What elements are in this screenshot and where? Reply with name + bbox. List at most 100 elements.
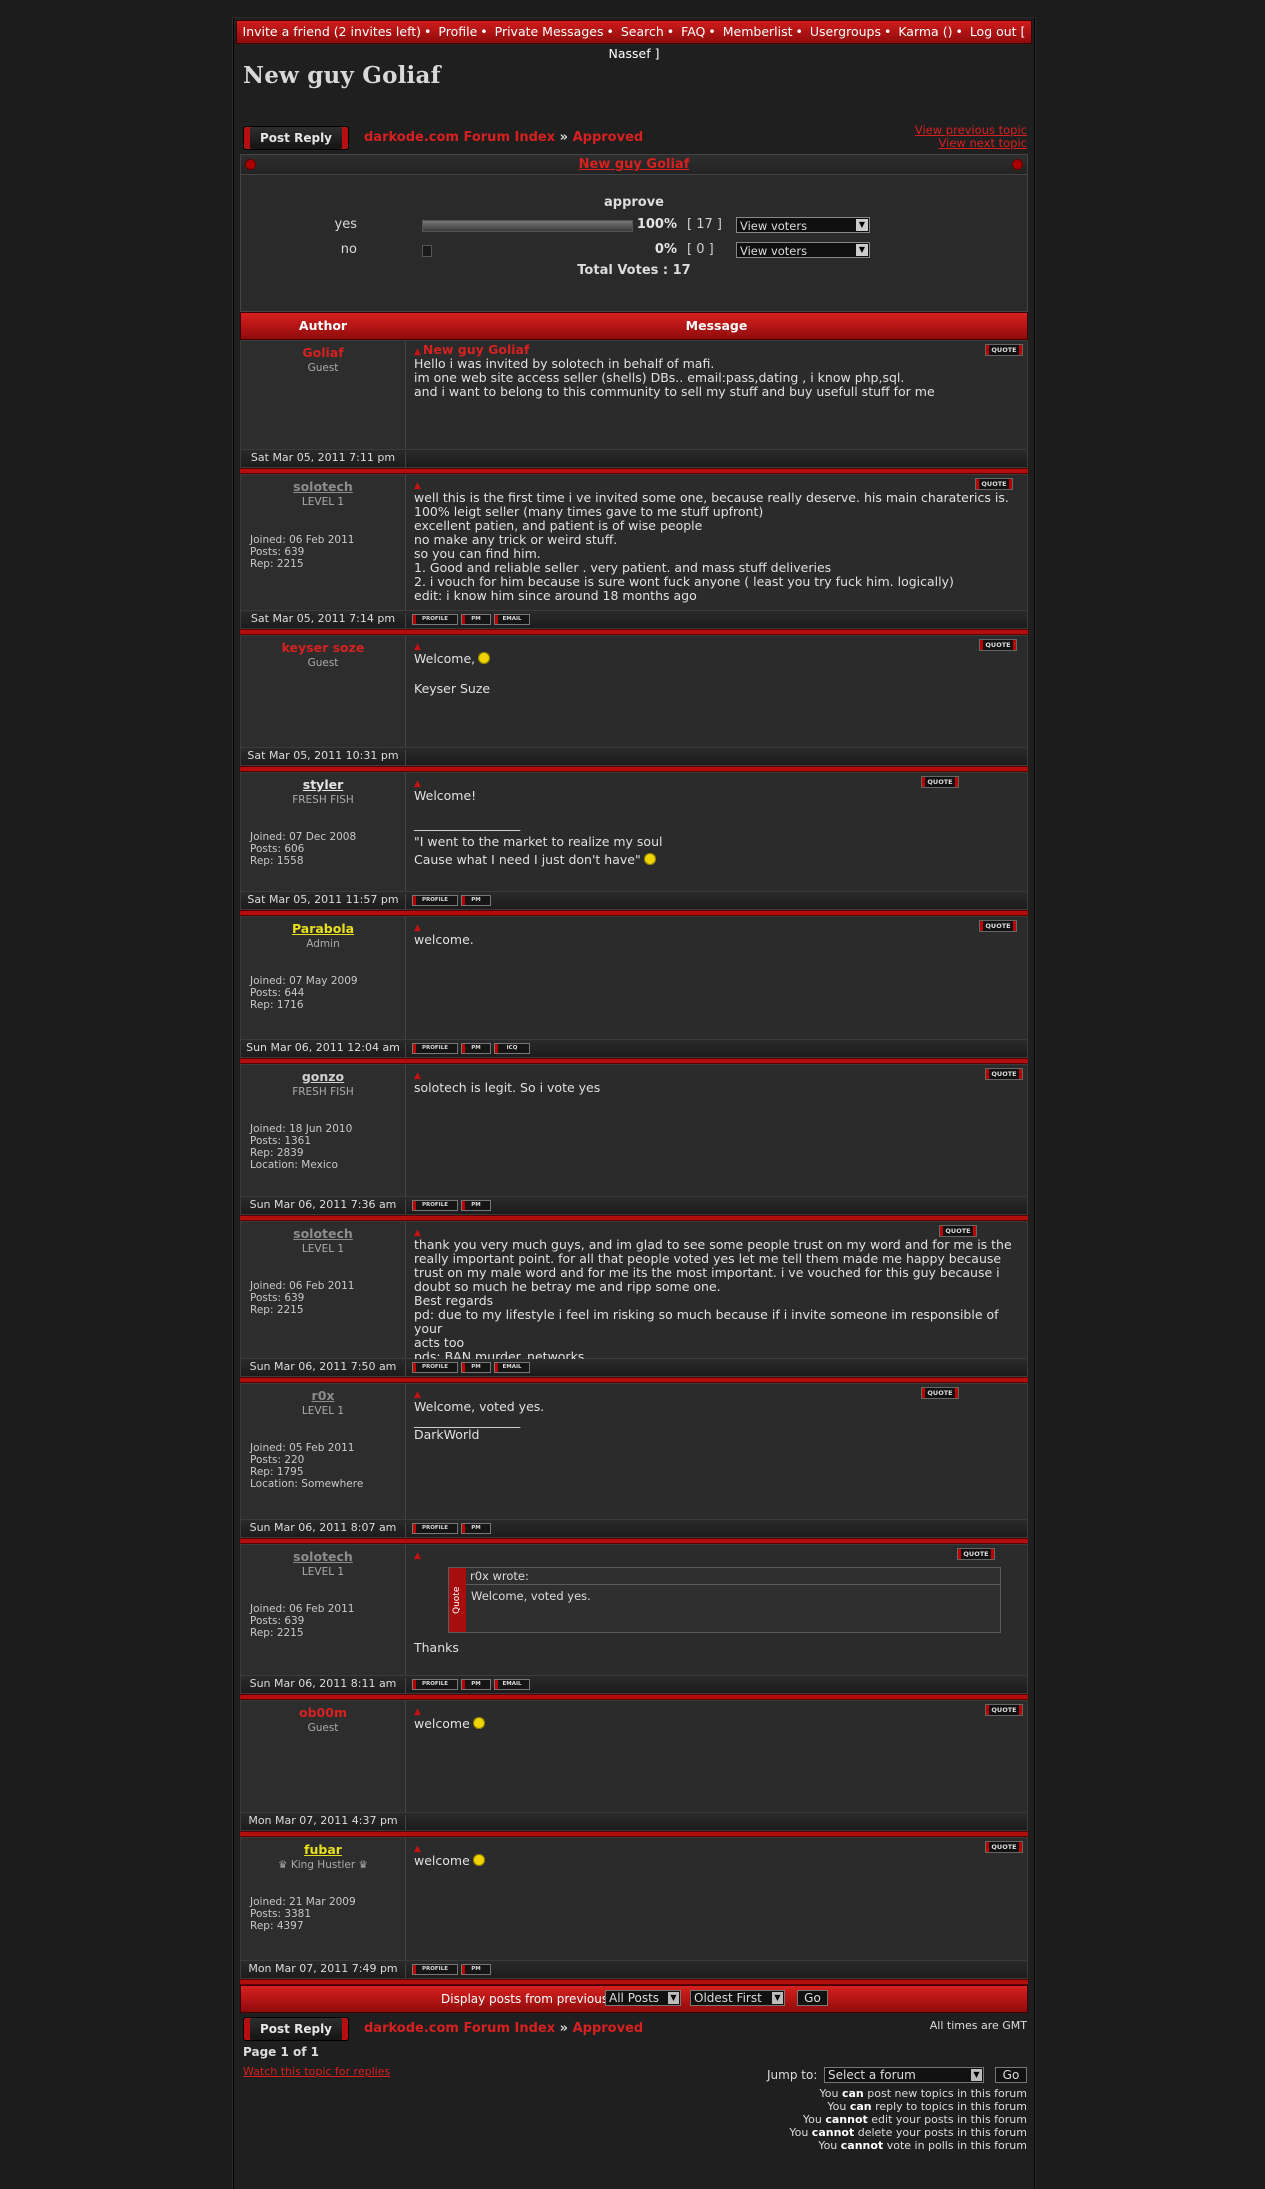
author-rep: Rep: 1558 [250, 855, 304, 867]
pm-button[interactable]: PM [461, 1362, 491, 1373]
post-author-panel: fubar ♛ King Hustler ♛ Joined: 21 Mar 2009… [241, 1838, 406, 1960]
message-line: 100% leigt seller (many times gave to me… [414, 504, 764, 519]
post-message: ▲ Welcome, voted yes. _________________ Dar… [414, 1386, 1023, 1442]
breadcrumb-approved[interactable]: Approved [573, 130, 644, 145]
post-author-name[interactable]: solotech [241, 1226, 405, 1241]
topic-title-bar: New guy Goliaf [240, 154, 1028, 175]
breadcrumb-forum-index[interactable]: darkode.com Forum Index [364, 2021, 555, 2036]
view-next-topic-link[interactable]: View next topic [915, 137, 1027, 150]
breadcrumb-approved[interactable]: Approved [573, 2021, 644, 2036]
message-line: welcome [414, 1854, 1023, 1868]
pm-button[interactable]: PM [461, 614, 491, 625]
view-voters-select[interactable]: View voters ▼ [736, 242, 870, 258]
nav-search[interactable]: Search [621, 24, 664, 39]
post-date: Sat Mar 05, 2011 10:31 pm [241, 750, 406, 765]
post-author-name[interactable]: fubar [241, 1842, 405, 1857]
jump-to-select[interactable]: Select a forum ▼ [824, 2067, 984, 2083]
profile-button[interactable]: PROFILE [412, 1043, 458, 1054]
post-reply-button[interactable]: Post Reply [243, 126, 349, 150]
jump-go-button[interactable]: Go [995, 2067, 1027, 2083]
nav-private-messages[interactable]: Private Messages [495, 24, 604, 39]
post: solotech LEVEL 1 Joined: 06 Feb 2011 Posts:… [240, 1221, 1028, 1383]
profile-button[interactable]: PROFILE [412, 895, 458, 906]
author-posts: Posts: 644 [250, 987, 305, 999]
message-line: _________________ [414, 1413, 521, 1428]
pm-button[interactable]: PM [461, 1043, 491, 1054]
nav-faq[interactable]: FAQ [681, 24, 705, 39]
posts-order-select[interactable]: Oldest First ▼ [690, 1990, 785, 2006]
post-author-name[interactable]: solotech [241, 479, 405, 494]
author-rep: Rep: 2839 [250, 1147, 304, 1159]
message-line: "I went to the market to realize my soul [414, 834, 663, 849]
post-author-panel: r0x LEVEL 1 Joined: 05 Feb 2011 Posts: 220 R… [241, 1384, 406, 1519]
pm-button[interactable]: PM [461, 1200, 491, 1211]
email-button[interactable]: EMAIL [494, 614, 530, 625]
icq-button[interactable]: ICQ [494, 1043, 530, 1054]
watch-topic-link[interactable]: Watch this topic for replies [243, 2065, 390, 2078]
author-joined: Joined: 07 May 2009 [250, 975, 358, 987]
message-line: Welcome! [414, 788, 477, 803]
post-author-name[interactable]: gonzo [241, 1069, 405, 1084]
breadcrumb-forum-index[interactable]: darkode.com Forum Index [364, 130, 555, 145]
post-author-name[interactable]: Parabola [241, 921, 405, 936]
email-button[interactable]: EMAIL [494, 1679, 530, 1690]
post-author-rank: Guest [307, 362, 339, 374]
breadcrumb-bottom: darkode.com Forum Index » Approved [364, 2021, 643, 2036]
post-author-name[interactable]: ob00m [241, 1705, 405, 1720]
author-joined: Joined: 07 Dec 2008 [250, 831, 357, 843]
permission-line: You cannot edit your posts in this forum [802, 2113, 1027, 2126]
breadcrumb-separator: » [559, 2021, 569, 2036]
post-author-panel: solotech LEVEL 1 Joined: 06 Feb 2011 Posts:… [241, 1545, 406, 1675]
nav-usergroups[interactable]: Usergroups [810, 24, 881, 39]
profile-button[interactable]: PROFILE [412, 1200, 458, 1211]
post-body: gonzo FRESH FISH Joined: 18 Jun 2010 Posts:… [240, 1064, 1028, 1197]
profile-button[interactable]: PROFILE [412, 1679, 458, 1690]
author-rep: Rep: 2215 [250, 558, 304, 570]
chevron-down-icon: ▼ [856, 244, 868, 256]
profile-button[interactable]: PROFILE [412, 1964, 458, 1975]
posts-days-select[interactable]: All Posts ▼ [605, 1990, 681, 2006]
pm-button[interactable]: PM [461, 1523, 491, 1534]
post-date: Sun Mar 06, 2011 7:36 am [241, 1199, 406, 1214]
profile-button[interactable]: PROFILE [412, 1523, 458, 1534]
post-author-rank: FRESH FISH [292, 794, 354, 806]
post-marker-icon[interactable]: ▲ [414, 1551, 421, 1561]
message-line: im one web site access seller (shells) D… [414, 370, 905, 385]
display-go-button[interactable]: Go [797, 1990, 828, 2006]
profile-button[interactable]: PROFILE [412, 614, 458, 625]
poll-percent: 0% [654, 242, 677, 257]
profile-button[interactable]: PROFILE [412, 1362, 458, 1373]
pm-button[interactable]: PM [461, 1964, 491, 1975]
post-message: ▲ welcome [414, 1703, 1023, 1731]
nav-profile[interactable]: Profile [438, 24, 477, 39]
post-author-name[interactable]: keyser soze [241, 640, 405, 655]
post-reply-button-bottom[interactable]: Post Reply [243, 2017, 349, 2041]
message-line: Keyser Suze [414, 681, 491, 696]
author-posts: Posts: 220 [250, 1454, 305, 1466]
post-author-name[interactable]: styler [241, 777, 405, 792]
post-author-name[interactable]: solotech [241, 1549, 405, 1564]
post-body: Parabola Admin Joined: 07 May 2009 Posts: 6… [240, 916, 1028, 1040]
message-line: Hello i was invited by solotech in behal… [414, 356, 715, 371]
nav-memberlist[interactable]: Memberlist [723, 24, 793, 39]
topic-title-link[interactable]: New guy Goliaf [579, 157, 690, 172]
post-author-name[interactable]: Goliaf [241, 345, 405, 360]
nav-invite[interactable]: Invite a friend (2 invites left) [243, 24, 421, 39]
bottom-breadcrumb-row: Post Reply darkode.com Forum Index » App… [234, 2017, 1034, 2041]
post-author-panel: Parabola Admin Joined: 07 May 2009 Posts: 6… [241, 917, 406, 1039]
post-footer: Sat Mar 05, 2011 11:57 pm PROFILE PM [240, 892, 1028, 910]
post-author-rank: ♛ King Hustler ♛ [278, 1859, 368, 1871]
nav-karma[interactable]: Karma () [898, 24, 952, 39]
pm-button[interactable]: PM [461, 895, 491, 906]
top-breadcrumb-row: Post Reply darkode.com Forum Index » App… [234, 124, 1034, 150]
smiley-icon [472, 1854, 485, 1866]
posts-list: Goliaf Guest QUOTE ▲ New guy Goliaf Hello i w… [234, 340, 1034, 1985]
post-body: r0x LEVEL 1 Joined: 05 Feb 2011 Posts: 220 R… [240, 1383, 1028, 1520]
post-footer: Sat Mar 05, 2011 7:11 pm [240, 450, 1028, 468]
view-voters-select[interactable]: View voters ▼ [736, 217, 870, 233]
email-button[interactable]: EMAIL [494, 1362, 530, 1373]
pm-button[interactable]: PM [461, 1679, 491, 1690]
post: r0x LEVEL 1 Joined: 05 Feb 2011 Posts: 220 R… [240, 1383, 1028, 1544]
post: ob00m Guest QUOTE ▲ welcome Mon Mar 07, 2011 … [240, 1700, 1028, 1837]
post-author-name[interactable]: r0x [241, 1388, 405, 1403]
